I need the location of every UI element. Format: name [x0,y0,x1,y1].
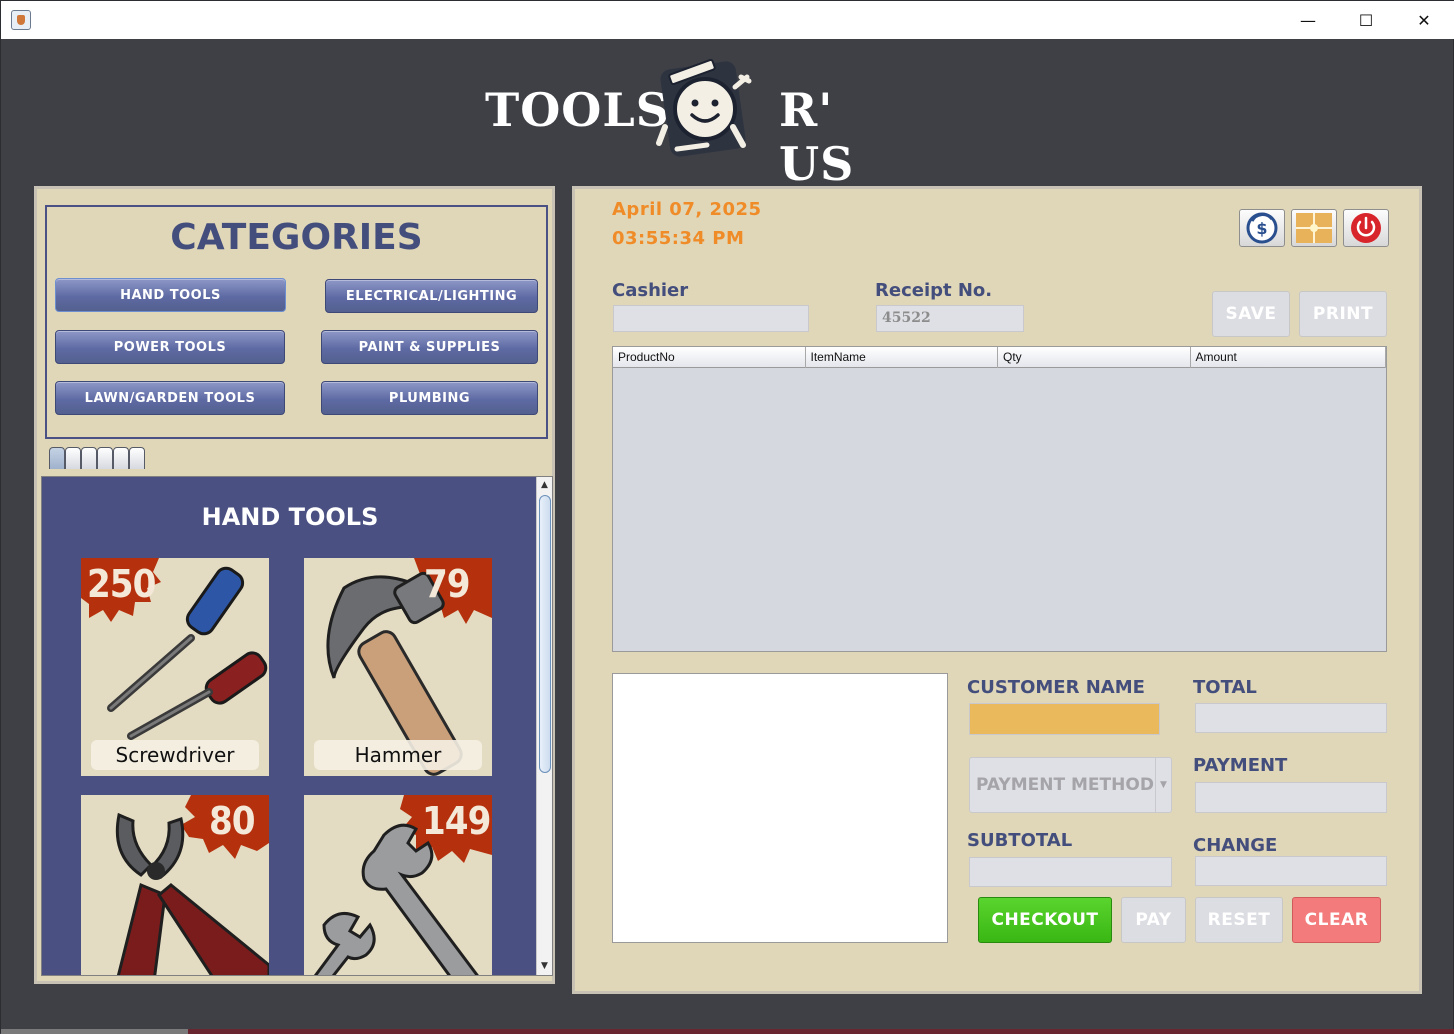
taskbar-edge [1,1029,188,1034]
pay-button[interactable]: PAY [1121,897,1186,943]
product-label: Hammer [314,740,482,770]
column-header-productno[interactable]: ProductNo [613,347,806,368]
product-card-wrench[interactable]: 149 [304,795,492,975]
products-scroll-pane: HAND TOOLS 250 Screwdriver 79 Hammer 80 … [41,476,553,976]
category-tab[interactable] [81,447,97,469]
refund-dollar-icon: $ [1246,212,1278,244]
chevron-down-icon[interactable]: ▼ [1155,758,1171,812]
app-window: — ☐ ✕ TOOLS R' US CATEGORIES HAND TOOLS … [0,0,1454,1034]
scrollbar-thumb[interactable] [539,495,551,773]
product-card-hammer[interactable]: 79 Hammer [304,558,492,776]
column-header-itemname[interactable]: ItemName [806,347,998,368]
subtotal-field[interactable] [969,857,1172,887]
category-hand-tools-button[interactable]: HAND TOOLS [55,278,286,312]
categories-panel: CATEGORIES HAND TOOLS ELECTRICAL/LIGHTIN… [34,186,555,984]
column-header-amount[interactable]: Amount [1191,347,1386,368]
category-tab[interactable] [129,447,145,469]
payment-method-dropdown[interactable]: PAYMENT METHOD ▼ [969,757,1172,813]
logo-text-right: R' US [779,83,855,191]
category-tab[interactable] [97,447,113,469]
category-electrical-lighting-button[interactable]: ELECTRICAL/LIGHTING [325,279,538,313]
product-price: 79 [424,562,471,606]
product-price: 80 [209,799,256,843]
power-off-button[interactable] [1343,209,1389,247]
close-button[interactable]: ✕ [1395,1,1453,39]
products-title: HAND TOOLS [201,503,379,531]
inventory-box-icon [1296,213,1332,243]
power-off-icon [1351,213,1381,243]
scroll-down-arrow-icon[interactable]: ▼ [537,959,552,974]
receipt-no-label: Receipt No. [875,280,993,301]
total-field[interactable] [1195,703,1387,733]
categories-box: CATEGORIES HAND TOOLS ELECTRICAL/LIGHTIN… [45,205,548,439]
product-price: 250 [87,562,156,606]
cashier-label: Cashier [612,280,689,301]
java-app-icon [11,10,31,30]
column-header-qty[interactable]: Qty [998,347,1191,368]
save-button[interactable]: SAVE [1212,291,1290,337]
payment-field[interactable] [1195,782,1387,813]
smiley-tools-logo-icon [656,58,752,157]
reset-button[interactable]: RESET [1195,897,1283,943]
category-plumbing-button[interactable]: PLUMBING [321,381,538,415]
product-label: Screwdriver [91,740,259,770]
cashier-field[interactable] [613,305,809,332]
category-tab[interactable] [65,447,81,469]
receipt-text-area[interactable] [612,673,948,943]
product-card-pliers[interactable]: 80 [81,795,269,975]
category-power-tools-button[interactable]: POWER TOOLS [55,330,285,364]
subtotal-label: SUBTOTAL [967,830,1073,851]
title-bar: — ☐ ✕ [1,1,1454,39]
customer-name-label: CUSTOMER NAME [967,677,1145,698]
print-button[interactable]: PRINT [1299,291,1387,337]
svg-text:$: $ [1256,219,1267,238]
change-label: CHANGE [1193,835,1278,856]
transaction-panel: April 07, 2025 03:55:34 PM $ Cashier Rec… [572,186,1422,994]
products-scrollbar[interactable]: ▲ ▼ [536,477,552,975]
category-tab[interactable] [113,447,129,469]
scroll-up-arrow-icon[interactable]: ▲ [537,478,552,493]
categories-title: CATEGORIES [170,217,423,258]
customer-name-field[interactable] [969,703,1160,735]
total-label: TOTAL [1193,677,1257,698]
receipt-no-field[interactable]: 45522 [876,305,1024,332]
table-header: ProductNo ItemName Qty Amount [613,347,1386,368]
current-time: 03:55:34 PM [612,228,745,249]
refund-button[interactable]: $ [1239,209,1285,247]
taskbar-edge [188,1029,1454,1034]
maximize-button[interactable]: ☐ [1337,1,1395,39]
clear-button[interactable]: CLEAR [1292,897,1381,943]
category-tab[interactable] [49,447,65,469]
store-logo: TOOLS R' US [485,57,905,191]
minimize-button[interactable]: — [1279,1,1337,39]
current-date: April 07, 2025 [612,199,762,220]
product-card-screwdriver[interactable]: 250 Screwdriver [81,558,269,776]
change-field[interactable] [1195,856,1387,886]
category-tab-strip [49,447,145,471]
checkout-button[interactable]: CHECKOUT [978,897,1112,943]
category-lawn-garden-tools-button[interactable]: LAWN/GARDEN TOOLS [55,381,285,415]
product-price: 149 [422,799,491,843]
inventory-button[interactable] [1291,209,1337,247]
logo-text-left: TOOLS [485,83,670,137]
receipt-table[interactable]: ProductNo ItemName Qty Amount [612,346,1387,652]
payment-method-placeholder: PAYMENT METHOD [976,775,1154,795]
category-paint-supplies-button[interactable]: PAINT & SUPPLIES [321,330,538,364]
payment-label: PAYMENT [1193,755,1288,776]
